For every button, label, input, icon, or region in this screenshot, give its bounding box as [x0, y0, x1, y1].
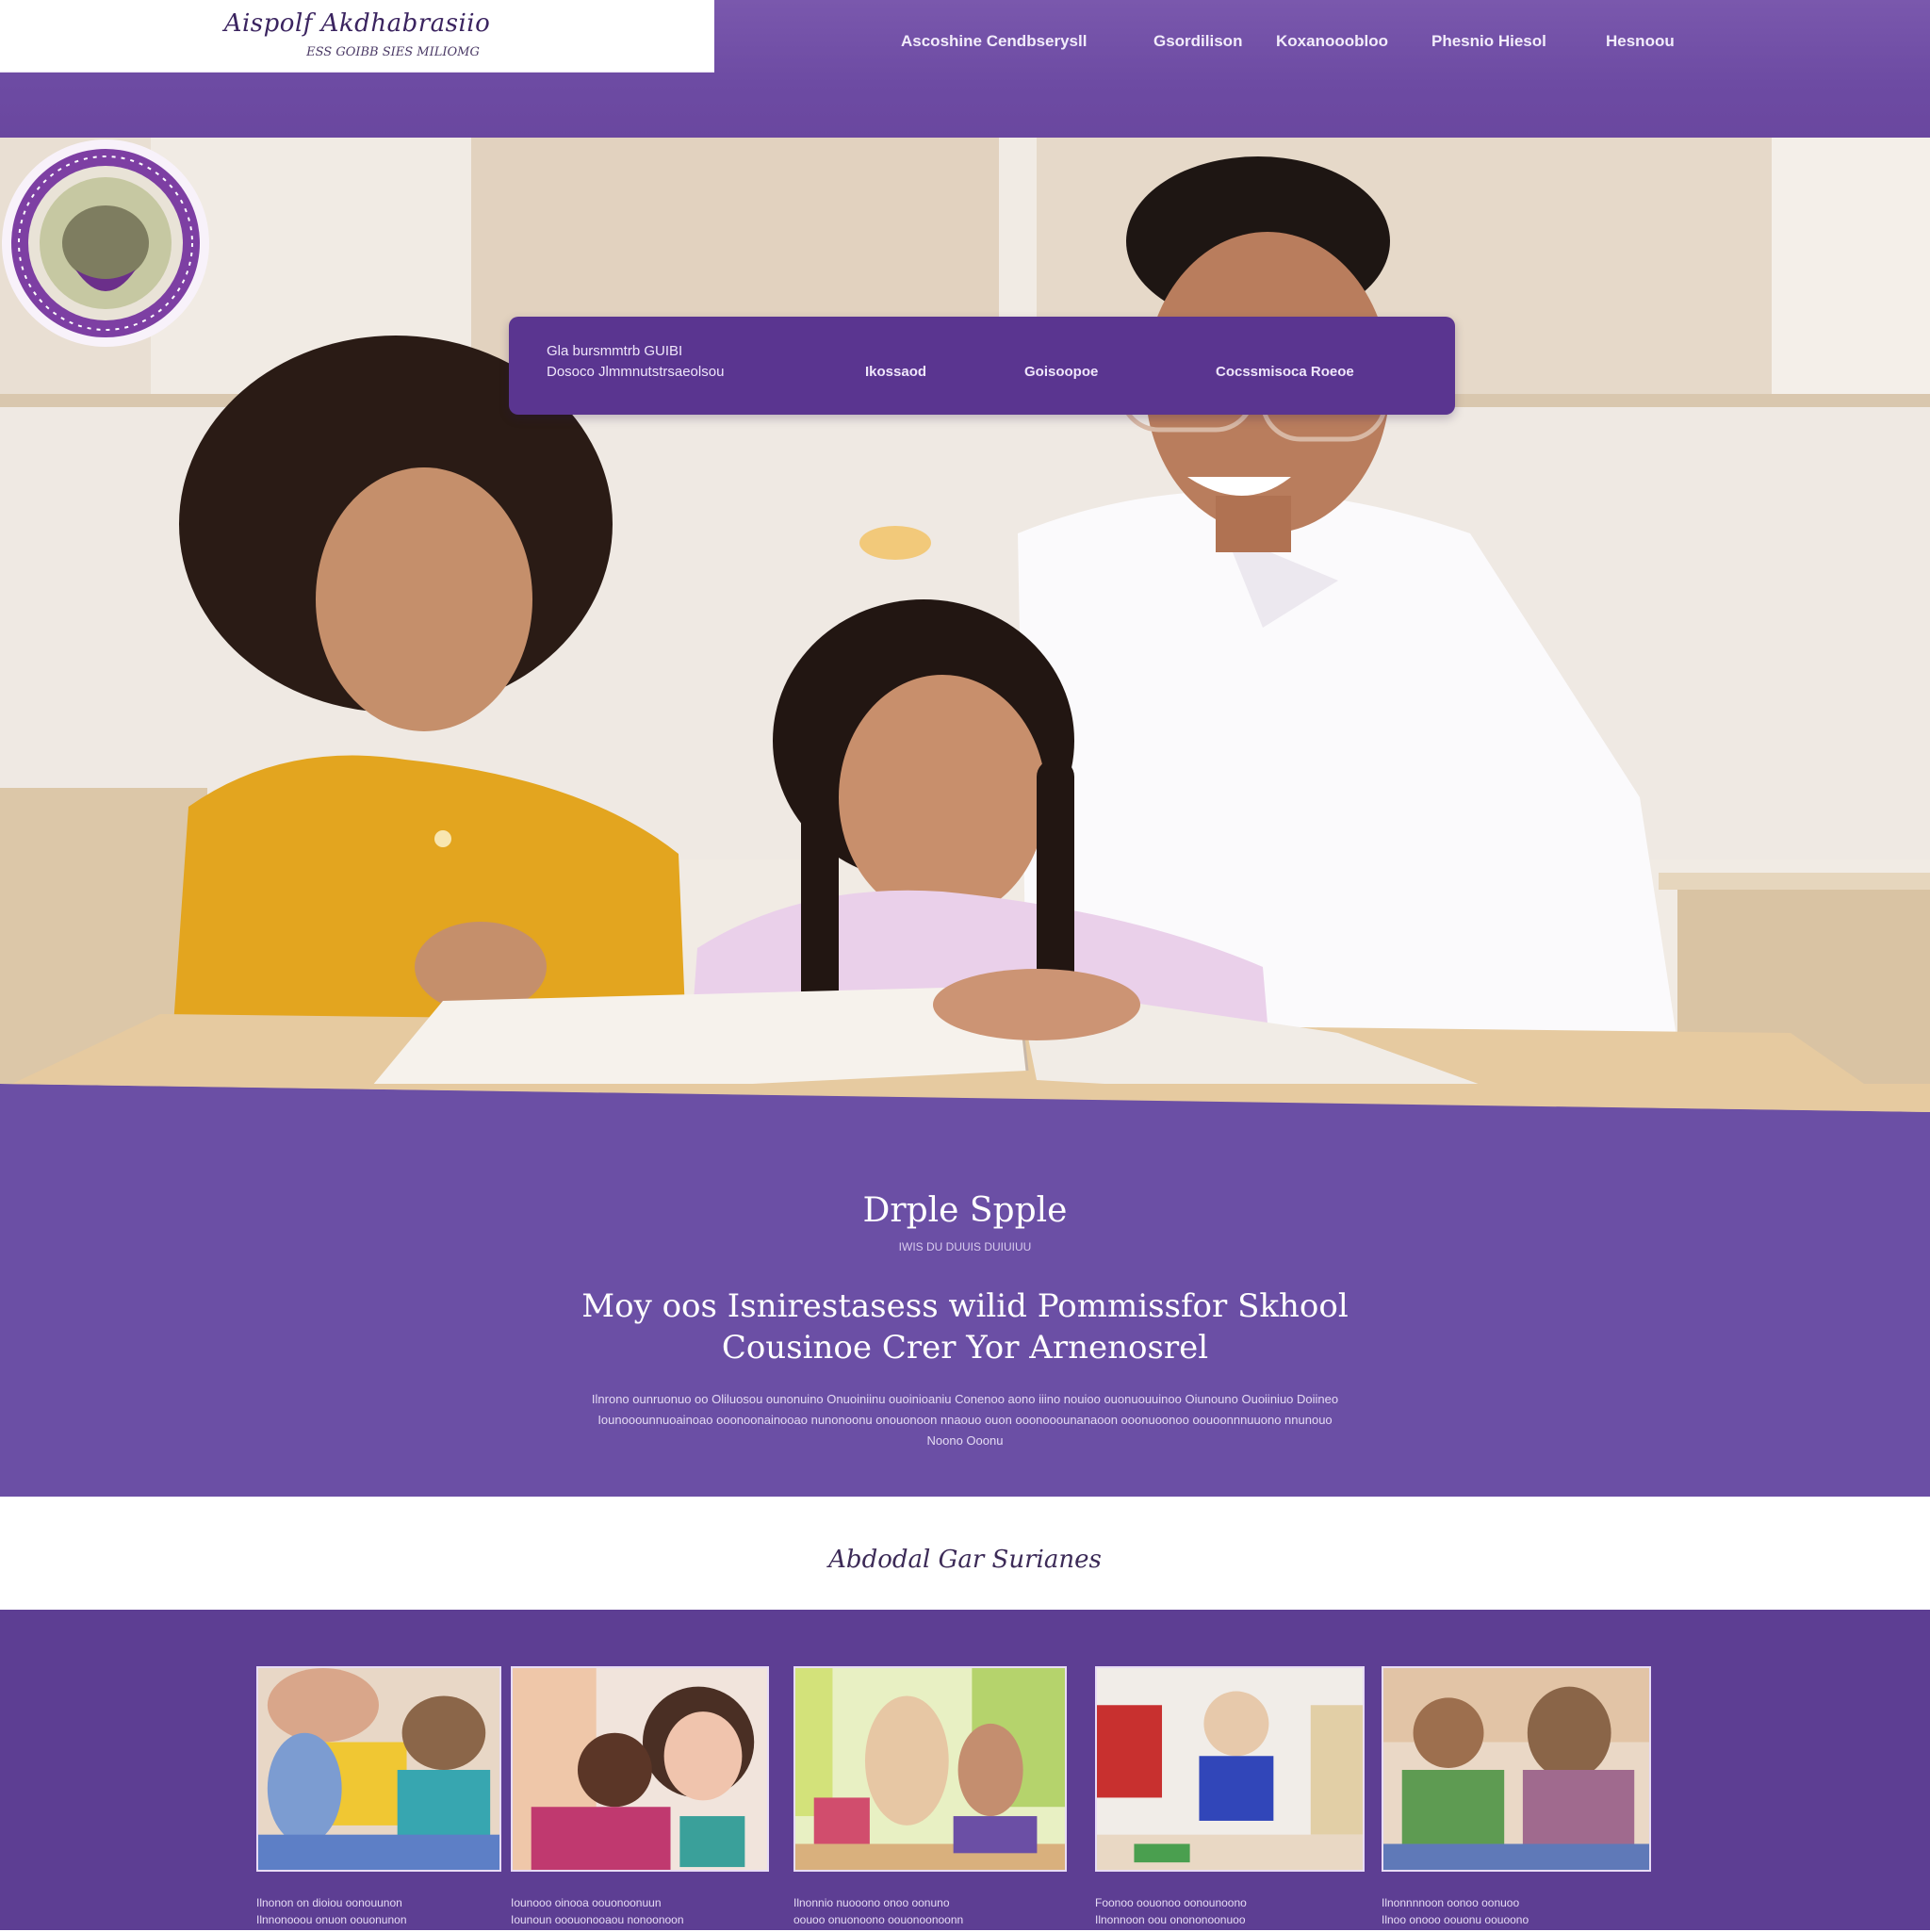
gallery-caption-1-line-2: Ilnnonooou onuon oouonunon [256, 1913, 407, 1926]
gallery-caption-2: Iounooo oinooa oouonoonuun Iounoun ooouo… [511, 1894, 769, 1932]
logo-title: Aispolf Akdhabrasiio [223, 9, 491, 38]
nav-link-4[interactable]: Phesnio Hiesol [1431, 32, 1546, 51]
gallery-caption-3-line-2: oouoo onuonoono oouonoonoonn [793, 1913, 964, 1926]
gallery-card-1[interactable] [256, 1666, 501, 1872]
gallery-caption-5: Ilnonnnnoon oonoo oonuoo Ilnoo onooo oou… [1382, 1894, 1651, 1932]
secondary-nav-item-1[interactable]: Dosoco Jlmmnutstrsaeolsou [547, 364, 724, 380]
gallery-photo-5 [1383, 1668, 1649, 1870]
top-header: Aispolf Akdhabrasiio ESS GOIBB SIES MILI… [0, 0, 1930, 138]
band-heading-line-1: Moy oos Isnirestasess wilid Pommissfor S… [581, 1287, 1349, 1325]
band-body: Ilnrono ounruonuo oo Oliluosou ounonuino… [386, 1389, 1544, 1451]
gallery-card-4[interactable] [1095, 1666, 1365, 1872]
secondary-nav-title: Gla bursmmtrb GUIBI [547, 343, 683, 359]
main-nav: Ascoshine Cendbserysll Gsordilison Koxan… [716, 32, 1930, 60]
hero-illustration [0, 138, 1930, 1140]
gallery-caption-3-line-1: Ilnonnio nuooono onoo oonuno [793, 1896, 950, 1909]
gallery-caption-3: Ilnonnio nuooono onoo oonuno oouoo onuon… [793, 1894, 1067, 1932]
logo-subtitle: ESS GOIBB SIES MILIOMG [306, 45, 480, 59]
logo[interactable]: Aispolf Akdhabrasiio ESS GOIBB SIES MILI… [0, 0, 714, 73]
gallery-card-3[interactable] [793, 1666, 1067, 1872]
gallery-photo-2 [513, 1668, 767, 1870]
band-subtitle: IWIS DU DUUIS DUIUIUU [898, 1240, 1032, 1253]
nav-link-3[interactable]: Koxanooobloo [1276, 32, 1388, 51]
gallery-caption-4-line-2: Ilnonnoon oou onononoonuoo [1095, 1913, 1246, 1926]
secondary-nav: Gla bursmmtrb GUIBI Dosoco Jlmmnutstrsae… [509, 317, 1455, 415]
gallery-photo-4 [1097, 1668, 1363, 1870]
gallery-photo-1 [258, 1668, 499, 1870]
band-title: Drple Spple [862, 1191, 1068, 1230]
gallery-caption-2-line-2: Iounoun ooouonooaou nonoonoon [511, 1913, 684, 1926]
gallery-caption-1: Ilnonon on dioiou oonouunon Ilnnonooou o… [256, 1894, 501, 1932]
nav-link-2[interactable]: Gsordilison [1153, 32, 1242, 51]
nav-link-5[interactable]: Hesnoou [1606, 32, 1675, 51]
gallery-caption-2-line-1: Iounooo oinooa oouonoonuun [511, 1896, 662, 1909]
secondary-nav-item-3[interactable]: Goisoopoe [1024, 364, 1098, 380]
gallery-caption-5-line-1: Ilnonnnnoon oonoo oonuoo [1382, 1896, 1520, 1909]
gallery-photo-3 [795, 1668, 1065, 1870]
hero-section: Gla bursmmtrb GUIBI Dosoco Jlmmnutstrsae… [0, 138, 1930, 1140]
band-body-line-3: Noono Ooonu [926, 1433, 1004, 1448]
services-title: Abdodal Gar Surianes [828, 1546, 1102, 1574]
gallery-card-5[interactable] [1382, 1666, 1651, 1872]
gallery-card-2[interactable] [511, 1666, 769, 1872]
seal-emblem [2, 139, 209, 347]
gallery-caption-4: Foonoo oouonoo oonounoono Ilnonnoon oou … [1095, 1894, 1365, 1932]
band-heading: Moy oos Isnirestasess wilid Pommissfor S… [528, 1285, 1402, 1368]
band-body-line-2: Iounooounnuoainoao ooonoonainooao nunono… [597, 1413, 1333, 1427]
nav-link-1[interactable]: Ascoshine Cendbserysll [901, 32, 1087, 51]
secondary-nav-item-4[interactable]: Cocssmisoca Roeoe [1216, 364, 1354, 380]
secondary-nav-item-2[interactable]: Ikossaod [865, 364, 926, 380]
band-body-line-1: Ilnrono ounruonuo oo Oliluosou ounonuino… [591, 1392, 1339, 1406]
gallery-caption-5-line-2: Ilnoo onooo oouonu oouoono [1382, 1913, 1529, 1926]
band-heading-line-2: Cousinoe Crer Yor Arnenosrel [721, 1329, 1209, 1367]
gallery-caption-4-line-1: Foonoo oouonoo oonounoono [1095, 1896, 1247, 1909]
gallery-caption-1-line-1: Ilnonon on dioiou oonouunon [256, 1896, 402, 1909]
